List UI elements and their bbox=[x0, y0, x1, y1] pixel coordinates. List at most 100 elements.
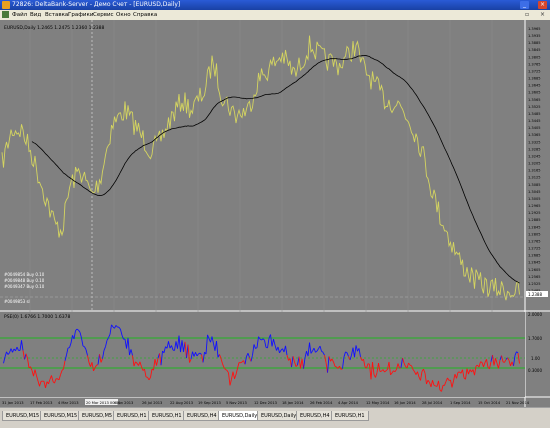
time-tick-label: 22 Aug 2013 bbox=[170, 401, 193, 405]
menu-insert[interactable]: Вставка bbox=[45, 10, 68, 20]
order-legend-1: #0049854 Buy 0.10 bbox=[4, 272, 45, 277]
price-tick-label: 1.3165 bbox=[528, 169, 541, 173]
tab-eurusd-h1[interactable]: EURUSD,H1 bbox=[113, 411, 151, 421]
tab-eurusd-h1-2[interactable]: EURUSD,H1 bbox=[148, 411, 186, 421]
time-tick-label: 16 Jun 2014 bbox=[394, 401, 416, 405]
menu-tools[interactable]: Сервис bbox=[93, 10, 114, 20]
price-tick-label: 1.3325 bbox=[528, 140, 541, 144]
price-tick-label: 1.2965 bbox=[528, 204, 541, 208]
menu-help[interactable]: Справка bbox=[133, 10, 157, 20]
order-legend-3: #0049347 Buy 0.10 bbox=[4, 284, 45, 289]
oscillator-segment bbox=[335, 366, 337, 367]
order-legend-4: #0049853 sl bbox=[4, 299, 30, 304]
time-tick-label: 5 Nov 2013 bbox=[226, 401, 247, 405]
price-tick-label: 1.3965 bbox=[528, 27, 541, 31]
tab-eurusd-daily[interactable]: EURUSD,Daily bbox=[257, 411, 300, 421]
price-tick-label: 1.2725 bbox=[528, 247, 541, 251]
indicator-panel bbox=[0, 312, 525, 397]
time-tick-label: 17 Feb 2013 bbox=[30, 401, 52, 405]
price-tick-label: 1.3565 bbox=[528, 98, 541, 102]
tab-eurusd-daily-active[interactable]: EURUSD,Daily bbox=[218, 411, 261, 421]
price-chart-svg[interactable]: EURUSD,Daily 1.2465 1.2475 1.2360 1.2388… bbox=[0, 20, 550, 407]
close-icon[interactable]: × bbox=[538, 1, 547, 9]
price-tick-label: 1.3645 bbox=[528, 84, 541, 88]
minimize-icon[interactable]: _ bbox=[520, 1, 529, 9]
price-tick-label: 1.2925 bbox=[528, 211, 541, 215]
price-tick-label: 1.3605 bbox=[528, 91, 541, 95]
price-tick-label: 1.3845 bbox=[528, 48, 541, 52]
time-tick-label: 4 Mar 2013 bbox=[58, 401, 79, 405]
price-tick-label: 1.3935 bbox=[528, 34, 541, 38]
time-tick-label: 4 Apr 2014 bbox=[338, 401, 359, 405]
price-tick-label: 1.2765 bbox=[528, 239, 541, 243]
oscillator-segment bbox=[410, 365, 412, 366]
time-tick-label: 1 Sep 2014 bbox=[450, 401, 471, 405]
tab-eurusd-m5[interactable]: EURUSD,M5 bbox=[78, 411, 116, 421]
time-axis: 31 Jan 201317 Feb 20134 Mar 201320 Mar 2… bbox=[2, 399, 530, 405]
price-tick-label: 1.3085 bbox=[528, 183, 541, 187]
doc-icon bbox=[2, 11, 9, 18]
window-title: 72826: DeltaBank-Server - Демо Счет - [E… bbox=[12, 0, 180, 10]
price-tick-label: 1.3245 bbox=[528, 154, 541, 158]
indicator-header: PSE(0) 1.6766 1.7000 1.6378 bbox=[4, 314, 70, 320]
price-tick-label: 1.3445 bbox=[528, 119, 541, 123]
price-tick-label: 1.3125 bbox=[528, 176, 541, 180]
price-tick-label: 1.2805 bbox=[528, 232, 541, 236]
osc-level-label-2: 1.7000 bbox=[528, 336, 542, 341]
osc-level-label-1: 2.0000 bbox=[528, 312, 542, 317]
price-tick-label: 1.3725 bbox=[528, 69, 541, 73]
tab-eurusd-h4[interactable]: EURUSD,H4 bbox=[183, 411, 221, 421]
price-tick-label: 1.3365 bbox=[528, 133, 541, 137]
menu-window[interactable]: Окно bbox=[116, 10, 131, 20]
time-tick-label: 12 Dec 2013 bbox=[254, 401, 277, 405]
time-tick-label: 21 Nov 2014 bbox=[506, 401, 530, 405]
price-scale: 1.3965 1.3935 1.3885 1.3845 1.3805 1.3765 1.37… bbox=[528, 27, 541, 293]
osc-level-label-3: 1.00 bbox=[531, 356, 540, 361]
title-bar: 72826: DeltaBank-Server - Демо Счет - [E… bbox=[0, 0, 550, 10]
menu-file[interactable]: Файл bbox=[12, 10, 27, 20]
price-tick-label: 1.3205 bbox=[528, 162, 541, 166]
price-tick-label: 1.3885 bbox=[528, 41, 541, 45]
restore-icon[interactable]: ▫ bbox=[525, 10, 529, 20]
time-tick-label: 26 Feb 2014 bbox=[310, 401, 333, 405]
oscillator-segment bbox=[368, 364, 370, 365]
tab-eurusd-m15[interactable]: EURUSD,M15 bbox=[2, 411, 43, 421]
price-tick-label: 1.3285 bbox=[528, 147, 541, 151]
menu-charts[interactable]: Графики bbox=[68, 10, 93, 20]
order-legend-2: #0049848 Buy 0.10 bbox=[4, 278, 45, 283]
price-tick-label: 1.3525 bbox=[528, 105, 541, 109]
chart-area[interactable]: EURUSD,Daily 1.2465 1.2475 1.2360 1.2388… bbox=[0, 20, 550, 407]
current-price-label: 1.2388 bbox=[528, 292, 542, 297]
time-tick-label: 18 Jan 2014 bbox=[282, 401, 304, 405]
osc-level-label-4: 0.3000 bbox=[528, 368, 542, 373]
time-tick-label: 26 Jul 2013 bbox=[142, 401, 162, 405]
price-tick-label: 1.2565 bbox=[528, 275, 541, 279]
time-tick-label: 31 Jan 2013 bbox=[2, 401, 24, 405]
price-tick-label: 1.3765 bbox=[528, 62, 541, 66]
price-tick-label: 1.3685 bbox=[528, 77, 541, 81]
tab-eurusd-h1-3[interactable]: EURUSD,H1 bbox=[331, 411, 369, 421]
main-chart-header: EURUSD,Daily 1.2465 1.2475 1.2360 1.2388 bbox=[4, 25, 105, 31]
price-tick-label: 1.3405 bbox=[528, 126, 541, 130]
price-tick-label: 1.3485 bbox=[528, 112, 541, 116]
price-tick-label: 1.3045 bbox=[528, 190, 541, 194]
price-tick-label: 1.2645 bbox=[528, 261, 541, 265]
time-tick-label: 28 Jul 2014 bbox=[422, 401, 443, 405]
price-tick-label: 1.3805 bbox=[528, 55, 541, 59]
price-tick-label: 1.2605 bbox=[528, 268, 541, 272]
main-panel bbox=[0, 20, 525, 311]
app-icon bbox=[2, 1, 10, 9]
time-tick-label: 19 Sep 2013 bbox=[198, 401, 221, 405]
chart-tabs: EURUSD,M15 EURUSD,M15 EURUSD,M5 EURUSD,H… bbox=[0, 407, 550, 428]
time-tick-label: 6 Jun 2013 bbox=[114, 401, 133, 405]
time-tick-label: 12 May 2014 bbox=[366, 401, 390, 405]
price-tick-label: 1.3005 bbox=[528, 197, 541, 201]
price-tick-label: 1.2685 bbox=[528, 254, 541, 258]
oscillator-segment bbox=[97, 365, 99, 366]
close-child-icon[interactable]: × bbox=[540, 10, 545, 20]
price-tick-label: 1.2845 bbox=[528, 225, 541, 229]
tab-eurusd-m15-2[interactable]: EURUSD,M15 bbox=[40, 411, 81, 421]
price-tick-label: 1.2525 bbox=[528, 282, 541, 286]
menu-view[interactable]: Вид bbox=[30, 10, 41, 20]
tab-eurusd-h4-2[interactable]: EURUSD,H4 bbox=[296, 411, 334, 421]
